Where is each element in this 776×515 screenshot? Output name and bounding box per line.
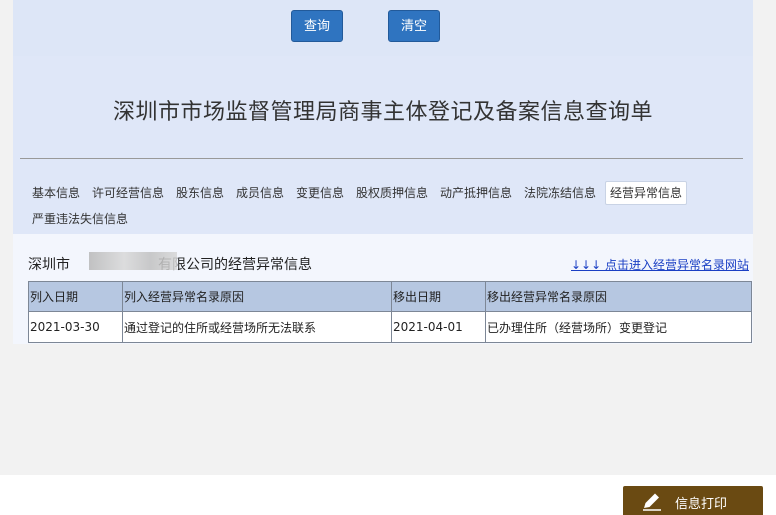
tab-change-info[interactable]: 变更信息 [296, 181, 344, 205]
title-divider [20, 158, 743, 159]
table-header-row: 列入日期 列入经营异常名录原因 移出日期 移出经营异常名录原因 [28, 281, 752, 312]
tab-chattel-mortgage-info[interactable]: 动产抵押信息 [440, 181, 512, 205]
table-cell: 2021-04-01 [391, 311, 486, 343]
section-heading-suffix: 有限公司的经营异常信息 [158, 257, 312, 273]
column-header: 移出经营异常名录原因 [485, 281, 752, 312]
clear-button[interactable]: 清空 [388, 10, 440, 42]
page-title: 深圳市市场监督管理局商事主体登记及备案信息查询单 [112, 100, 653, 125]
table-cell: 2021-03-30 [28, 311, 123, 343]
print-info-button[interactable]: 信息打印 [623, 486, 763, 515]
action-bar: 查询 清空 [13, 0, 753, 56]
abnormal-operation-section: 深圳市 有限公司的经营异常信息 ↓↓↓ 点击进入经营异常名录网站 列入日期 列入经… [13, 234, 753, 344]
print-info-label: 信息打印 [675, 497, 728, 512]
column-header: 列入经营异常名录原因 [122, 281, 392, 312]
tab-court-freeze-info[interactable]: 法院冻结信息 [524, 181, 596, 205]
tab-shareholder-info[interactable]: 股东信息 [176, 181, 224, 205]
table-cell: 通过登记的住所或经营场所无法联系 [122, 311, 392, 343]
table-cell: 已办理住所（经营场所）变更登记 [485, 311, 752, 343]
abnormal-operation-table: 列入日期 列入经营异常名录原因 移出日期 移出经营异常名录原因 2021-03-… [28, 281, 752, 343]
tab-basic-info[interactable]: 基本信息 [32, 181, 80, 205]
pencil-icon [643, 493, 661, 511]
table-row: 2021-03-30 通过登记的住所或经营场所无法联系 2021-04-01 已… [28, 311, 752, 343]
column-header: 移出日期 [391, 281, 486, 312]
tab-member-info[interactable]: 成员信息 [236, 181, 284, 205]
redacted-company-name [89, 252, 177, 270]
tab-abnormal-operation-info[interactable]: 经营异常信息 [605, 181, 688, 205]
report-panel: 深圳市市场监督管理局商事主体登记及备案信息查询单 基本信息 许可经营信息 股东信… [13, 56, 753, 344]
tab-serious-violation-info[interactable]: 严重违法失信信息 [32, 207, 128, 231]
abnormal-list-website-link[interactable]: ↓↓↓ 点击进入经营异常名录网站 [571, 256, 749, 273]
tab-license-info[interactable]: 许可经营信息 [92, 181, 164, 205]
column-header: 列入日期 [28, 281, 123, 312]
query-button[interactable]: 查询 [291, 10, 343, 42]
tab-equity-pledge-info[interactable]: 股权质押信息 [356, 181, 428, 205]
section-heading-prefix: 深圳市 [28, 257, 70, 273]
